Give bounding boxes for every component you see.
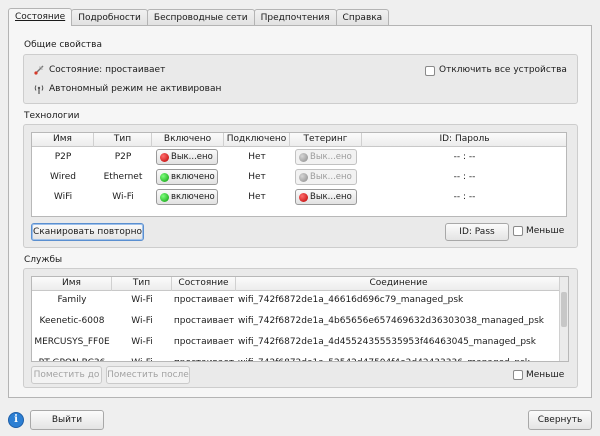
- technologies-header: Имя Тип Включено Подключено Тетеринг ID:…: [32, 133, 566, 147]
- tech-connected: Нет: [248, 152, 266, 162]
- services-less-checkbox[interactable]: [513, 370, 523, 380]
- status-led-icon: [160, 193, 169, 202]
- services-table: Имя Тип Состояние Соединение Family Wi-F…: [31, 276, 569, 362]
- offline-text: Автономный режим не активирован: [49, 84, 222, 94]
- toggle-label: включено: [171, 172, 215, 182]
- service-name[interactable]: MERCUSYS_FF0E: [32, 332, 112, 352]
- tech-id-password: -- : --: [453, 192, 476, 202]
- col-tethering[interactable]: Тетеринг: [290, 133, 362, 147]
- tech-type: Ethernet: [103, 172, 143, 182]
- service-name[interactable]: Family: [32, 290, 112, 310]
- wifi-enabled-toggle[interactable]: включено: [156, 189, 218, 205]
- wifi-tether-toggle[interactable]: Вык...ено: [295, 189, 357, 205]
- tech-name: P2P: [54, 152, 72, 162]
- toggle-label: включено: [171, 192, 215, 202]
- tech-less-label[interactable]: Меньше: [526, 226, 564, 236]
- tab-wireless[interactable]: Беспроводные сети: [146, 9, 255, 26]
- service-state[interactable]: простаивает: [172, 332, 236, 352]
- toggle-label: Вык...ено: [171, 152, 213, 162]
- service-type[interactable]: Wi-Fi: [112, 290, 172, 310]
- tab-preferences-label: Предпочтения: [260, 13, 330, 23]
- service-connection[interactable]: wifi_742f6872de1a_46616d696c79_managed_p…: [238, 290, 463, 310]
- exit-button[interactable]: Выйти: [30, 410, 104, 430]
- col-type[interactable]: Тип: [112, 277, 172, 291]
- col-connected[interactable]: Подключено: [224, 133, 290, 147]
- service-connection[interactable]: wifi_742f6872de1a_4d45524355535953f46463…: [238, 332, 536, 352]
- tech-name: WiFi: [53, 192, 73, 202]
- tech-name: Wired: [50, 172, 76, 182]
- tech-connected: Нет: [248, 172, 266, 182]
- services-less-label[interactable]: Меньше: [526, 370, 564, 380]
- col-state[interactable]: Состояние: [172, 277, 236, 291]
- general-group: [23, 54, 578, 104]
- tab-status-label: Состояние: [15, 12, 66, 22]
- service-state[interactable]: простаивает: [172, 290, 236, 310]
- p2p-tether-toggle: Вык...ено: [295, 149, 357, 165]
- status-led-icon: [299, 173, 308, 182]
- id-pass-button[interactable]: ID: Pass: [445, 223, 509, 241]
- move-before-button[interactable]: Поместить до: [31, 366, 102, 384]
- services-scrollbar[interactable]: [559, 277, 568, 361]
- scrollbar-thumb[interactable]: [561, 292, 567, 327]
- tab-preferences[interactable]: Предпочтения: [253, 9, 337, 26]
- service-connection[interactable]: wifi_742f6872de1a_4b65656e657469632d3630…: [238, 311, 544, 331]
- general-title: Общие свойства: [24, 40, 102, 50]
- service-state[interactable]: простаивает: [172, 311, 236, 331]
- col-enabled[interactable]: Включено: [152, 133, 224, 147]
- tech-less-checkbox[interactable]: [513, 226, 523, 236]
- service-connection[interactable]: wifi_742f6872de1a_52542d47504f4e2d424333…: [238, 353, 530, 361]
- tech-type: P2P: [114, 152, 132, 162]
- minimize-button[interactable]: Свернуть: [528, 410, 592, 430]
- status-led-icon: [299, 153, 308, 162]
- tech-id-password: -- : --: [453, 152, 476, 162]
- tech-type: Wi-Fi: [112, 192, 134, 202]
- network-idle-icon: [34, 65, 44, 75]
- service-type[interactable]: Wi-Fi: [112, 353, 172, 361]
- col-id-password[interactable]: ID: Пароль: [362, 133, 567, 147]
- col-name[interactable]: Имя: [32, 133, 94, 147]
- tab-help[interactable]: Справка: [335, 9, 390, 26]
- service-type[interactable]: Wi-Fi: [112, 332, 172, 352]
- tech-connected: Нет: [248, 192, 266, 202]
- service-state[interactable]: простаивает: [172, 353, 236, 361]
- status-led-icon: [160, 153, 169, 162]
- service-type[interactable]: Wi-Fi: [112, 311, 172, 331]
- service-name[interactable]: Keenetic-6008: [32, 311, 112, 331]
- p2p-enabled-toggle[interactable]: Вык...ено: [156, 149, 218, 165]
- toggle-label: Вык...ено: [310, 192, 352, 202]
- disable-all-label[interactable]: Отключить все устройства: [439, 65, 567, 75]
- tab-help-label: Справка: [342, 13, 383, 23]
- disable-all-checkbox[interactable]: [425, 66, 435, 76]
- status-led-icon: [299, 193, 308, 202]
- technologies-table: Имя Тип Включено Подключено Тетеринг ID:…: [31, 132, 567, 217]
- tab-details-label: Подробности: [78, 13, 141, 23]
- col-type[interactable]: Тип: [94, 133, 152, 147]
- info-icon[interactable]: i: [8, 412, 24, 428]
- col-connection[interactable]: Соединение: [236, 277, 561, 291]
- tab-details[interactable]: Подробности: [71, 9, 148, 26]
- technologies-title: Технологии: [24, 111, 80, 121]
- tab-bar: Состояние Подробности Беспроводные сети …: [8, 8, 390, 26]
- tab-status[interactable]: Состояние: [8, 8, 73, 26]
- antenna-icon: [34, 85, 44, 94]
- state-text: Состояние: простаивает: [49, 65, 166, 75]
- tab-wireless-label: Беспроводные сети: [153, 13, 248, 23]
- rescan-button[interactable]: Сканировать повторно: [31, 223, 144, 241]
- wired-tether-toggle: Вык...ено: [295, 169, 357, 185]
- toggle-label: Вык...ено: [310, 152, 352, 162]
- col-name[interactable]: Имя: [32, 277, 112, 291]
- move-after-button[interactable]: Поместить после: [106, 366, 190, 384]
- tech-id-password: -- : --: [453, 172, 476, 182]
- services-title: Службы: [24, 255, 63, 265]
- service-name[interactable]: RT-GPON-BC36: [32, 353, 112, 361]
- toggle-label: Вык...ено: [310, 172, 352, 182]
- wired-enabled-toggle[interactable]: включено: [156, 169, 218, 185]
- status-led-icon: [160, 173, 169, 182]
- services-header: Имя Тип Состояние Соединение: [32, 277, 568, 291]
